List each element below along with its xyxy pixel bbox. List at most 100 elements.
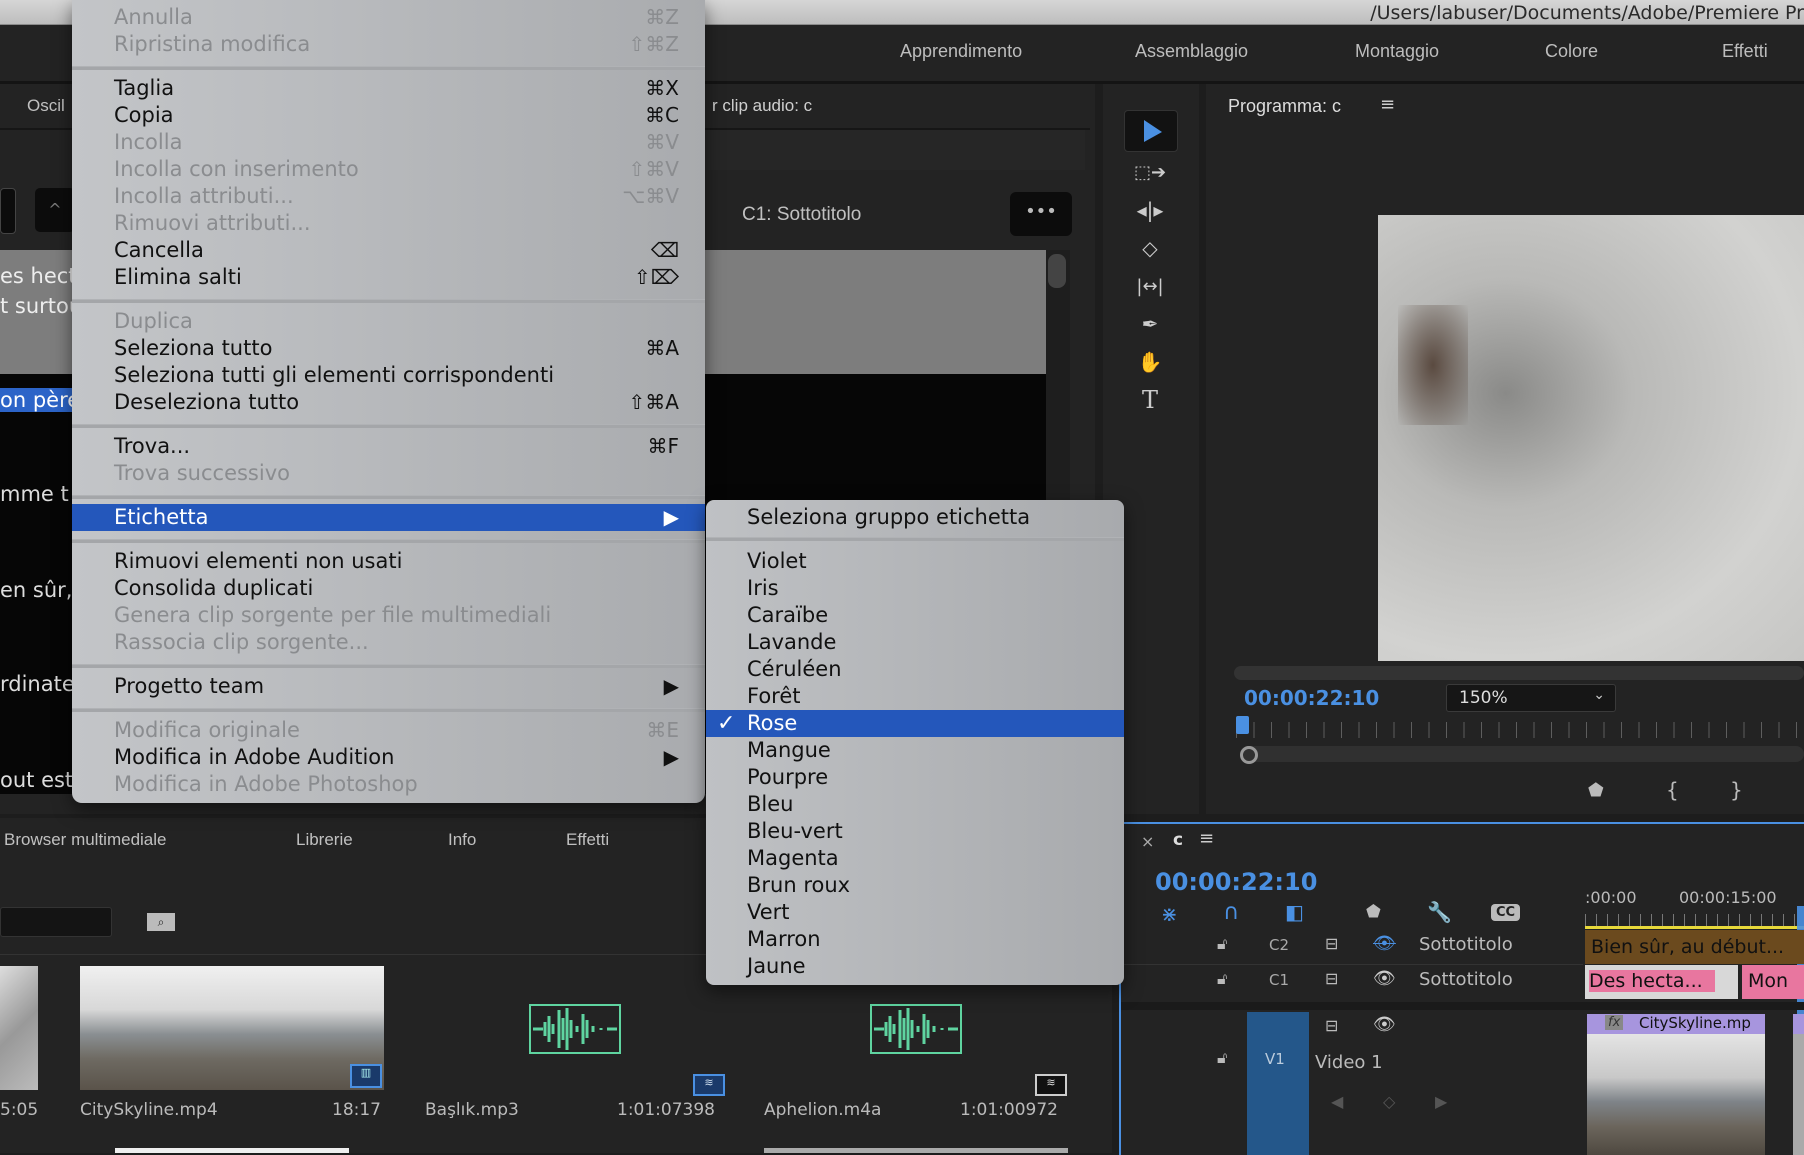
pen-tool[interactable]: ✒ <box>1124 306 1176 342</box>
menu-item-progetto-team[interactable]: Progetto team ▶ <box>72 673 705 700</box>
ripple-edit-tool[interactable]: ◂|▸ <box>1124 192 1176 228</box>
menu-item-trova[interactable]: Trova... ⌘F <box>72 433 705 460</box>
caption-clip-c1[interactable]: Mon <box>1742 965 1804 999</box>
eye-icon[interactable]: 👁︎ <box>1373 1014 1396 1035</box>
track-target-v1[interactable]: V1 <box>1247 1012 1309 1155</box>
workspace-tab-colore[interactable]: Colore <box>1545 41 1598 62</box>
label-color-ceruleen[interactable]: Céruléen <box>706 656 1124 683</box>
timeline-timecode[interactable]: 00:00:22:10 <box>1155 868 1317 896</box>
program-timecode[interactable]: 00:00:22:10 <box>1244 686 1379 710</box>
video-clip-v1-next[interactable] <box>1793 1014 1804 1155</box>
caption-text[interactable]: rdinate <box>0 672 75 696</box>
caption-nav-button[interactable] <box>0 188 16 234</box>
label-color-vert[interactable]: Vert <box>706 899 1124 926</box>
playhead-marker[interactable] <box>1236 716 1249 734</box>
lock-icon[interactable]: 🔓︎ <box>1217 1048 1227 1068</box>
video-clip-v1[interactable]: fx CitySkyline.mp <box>1587 1014 1765 1155</box>
menu-item-seleziona-tutto[interactable]: Seleziona tutto ⌘A <box>72 335 705 362</box>
tab-effetti[interactable]: Effetti <box>566 830 609 850</box>
menu-item-deseleziona-tutto[interactable]: Deseleziona tutto ⇧⌘A <box>72 389 705 416</box>
menu-item-modifica-in-adobe-audition[interactable]: Modifica in Adobe Audition ▶ <box>72 744 705 771</box>
zoom-level-dropdown[interactable]: 150% ⌄ <box>1446 684 1616 712</box>
audio-waveform-icon[interactable] <box>870 1004 962 1054</box>
caption-text[interactable]: out est <box>0 768 73 792</box>
label-color-jaune[interactable]: Jaune <box>706 953 1124 980</box>
add-marker-icon[interactable]: ⬟ <box>1366 902 1381 922</box>
eye-icon[interactable]: 👁︎ <box>1373 968 1396 989</box>
workspace-tab-effetti[interactable]: Effetti <box>1722 41 1768 62</box>
label-color-lavande[interactable]: Lavande <box>706 629 1124 656</box>
label-color-mangue[interactable]: Mangue <box>706 737 1124 764</box>
wrench-icon[interactable]: 🔧 <box>1427 900 1452 924</box>
slip-tool[interactable]: |↔| <box>1124 268 1176 304</box>
caption-clip-c2[interactable]: Bien sûr, au début... <box>1585 930 1804 964</box>
panel-menu-icon[interactable]: ≡ <box>1199 828 1214 849</box>
label-color-violet[interactable]: Violet <box>706 548 1124 575</box>
media-name[interactable]: Aphelion.m4a <box>764 1100 881 1120</box>
eye-hidden-icon[interactable]: 👁︎ <box>1373 933 1396 954</box>
menu-item-taglia[interactable]: Taglia ⌘X <box>72 75 705 102</box>
menu-item-seleziona-tutti-gli-elementi-corrispondenti[interactable]: Seleziona tutti gli elementi corrisponde… <box>72 362 705 389</box>
add-marker-icon[interactable]: ⬟ <box>1588 780 1604 801</box>
label-color-bleu-vert[interactable]: Bleu-vert <box>706 818 1124 845</box>
workspace-tab-apprendimento[interactable]: Apprendimento <box>900 41 1022 62</box>
tab-librerie[interactable]: Librerie <box>296 830 353 850</box>
scrub-handle[interactable] <box>1240 746 1258 764</box>
label-color-brun-roux[interactable]: Brun roux <box>706 872 1124 899</box>
captions-cc-icon[interactable]: CC <box>1491 904 1521 921</box>
caption-up-button[interactable]: ^ <box>35 188 75 232</box>
close-icon[interactable]: × <box>1141 832 1154 851</box>
workspace-tab-assemblaggio[interactable]: Assemblaggio <box>1135 41 1248 62</box>
sync-lock-icon[interactable]: ⊟ <box>1325 1016 1338 1035</box>
caption-text[interactable]: mme t <box>0 482 69 506</box>
label-color-caraibe[interactable]: Caraïbe <box>706 602 1124 629</box>
tab-info[interactable]: Info <box>448 830 476 850</box>
caption-clip-c1-selected[interactable]: Des hecta... <box>1585 965 1738 999</box>
menu-item-seleziona-gruppo-etichetta[interactable]: Seleziona gruppo etichetta <box>706 504 1124 531</box>
snap-magnet-icon[interactable]: ∩ <box>1223 900 1239 925</box>
menu-item-rimuovi-elementi-non-usati[interactable]: Rimuovi elementi non usati <box>72 548 705 575</box>
hand-tool[interactable]: ✋ <box>1124 344 1176 380</box>
razor-tool[interactable]: ◇ <box>1124 230 1176 266</box>
media-thumbnail-cityskyline[interactable]: ▥ <box>80 966 384 1090</box>
label-color-foret[interactable]: Forêt <box>706 683 1124 710</box>
tab-browser-multimediale[interactable]: Browser multimediale <box>4 830 167 850</box>
media-name[interactable]: Başlık.mp3 <box>425 1100 519 1120</box>
media-name[interactable]: CitySkyline.mp4 <box>80 1100 218 1120</box>
monitor-scrollbar[interactable] <box>1234 666 1804 680</box>
sync-lock-icon[interactable]: ⊟ <box>1325 969 1338 988</box>
add-keyframe-icon[interactable]: ◇ <box>1383 1092 1395 1111</box>
media-thumbnail[interactable] <box>0 966 38 1090</box>
next-keyframe-icon[interactable]: ▶ <box>1435 1092 1447 1111</box>
label-color-iris[interactable]: Iris <box>706 575 1124 602</box>
track-select-tool[interactable]: ⬚➔ <box>1124 154 1176 190</box>
project-search-input[interactable] <box>0 907 112 937</box>
label-color-magenta[interactable]: Magenta <box>706 845 1124 872</box>
label-color-rose[interactable]: ✓ Rose <box>706 710 1124 737</box>
menu-item-cancella[interactable]: Cancella ⌫ <box>72 237 705 264</box>
menu-item-etichetta[interactable]: Etichetta ▶ <box>72 504 705 531</box>
more-options-button[interactable]: ••• <box>1010 192 1072 236</box>
find-bin-icon[interactable]: ⌕ <box>147 913 175 931</box>
timeline-ruler[interactable] <box>1585 914 1804 926</box>
mark-in-icon[interactable]: { <box>1666 778 1679 802</box>
selection-tool[interactable] <box>1124 110 1178 152</box>
lock-icon[interactable]: 🔓︎ <box>1217 934 1227 954</box>
menu-item-consolida-duplicati[interactable]: Consolida duplicati <box>72 575 705 602</box>
monitor-scrub-bar[interactable] <box>1240 746 1804 762</box>
monitor-ruler[interactable] <box>1236 722 1804 738</box>
type-tool[interactable]: T <box>1124 382 1176 418</box>
caption-text[interactable]: es hect <box>0 264 77 288</box>
linked-selection-icon[interactable]: ◧ <box>1285 900 1304 924</box>
sync-lock-icon[interactable]: ⊟ <box>1325 934 1338 953</box>
menu-item-copia[interactable]: Copia ⌘C <box>72 102 705 129</box>
audio-waveform-icon[interactable] <box>529 1004 621 1054</box>
mark-out-icon[interactable]: } <box>1730 778 1743 802</box>
label-color-bleu[interactable]: Bleu <box>706 791 1124 818</box>
menu-item-elimina-salti[interactable]: Elimina salti ⇧⌦ <box>72 264 705 291</box>
lock-icon[interactable]: 🔓︎ <box>1217 969 1227 989</box>
label-color-marron[interactable]: Marron <box>706 926 1124 953</box>
work-area-bar[interactable] <box>1585 926 1804 929</box>
panel-menu-icon[interactable]: ≡ <box>1380 94 1395 115</box>
label-color-pourpre[interactable]: Pourpre <box>706 764 1124 791</box>
